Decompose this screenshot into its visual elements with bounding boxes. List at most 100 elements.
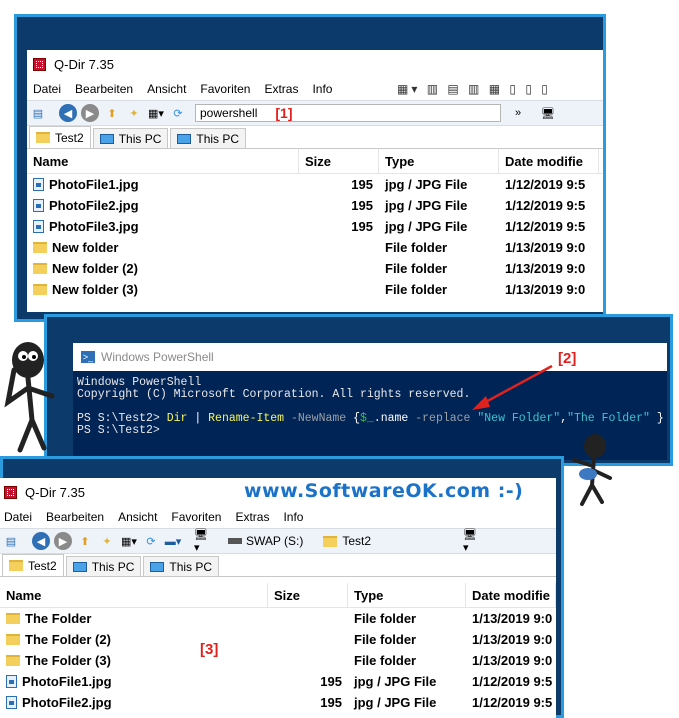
bottom-qdir-window: Q-Dir 7.35 Datei Bearbeiten Ansicht Favo… (0, 478, 556, 718)
tab-this-pc-2[interactable]: This PC (143, 556, 220, 576)
marker-3-label: [3] (200, 641, 219, 658)
new-folder-icon[interactable]: ✦ (125, 104, 143, 122)
thinking-stick-figure-icon (4, 342, 55, 453)
folder-icon (323, 535, 338, 547)
computer-icon[interactable]: 🖥▾ (194, 529, 212, 554)
view-mode-icon[interactable]: ▦▾ (147, 104, 165, 122)
forward-icon[interactable]: ▶ (81, 104, 99, 122)
layout-icons[interactable]: ▦▾ ▥ ▤ ▥ ▦ ▯ ▯ ▯ (397, 82, 551, 96)
table-row[interactable]: The Folder (2) File folder 1/13/2019 9:0 (0, 629, 556, 650)
menu-ansicht[interactable]: Ansicht (118, 510, 157, 524)
column-date[interactable]: Date modifie (499, 149, 599, 173)
file-name: PhotoFile1.jpg (22, 674, 112, 689)
menu-favoriten[interactable]: Favoriten (200, 82, 250, 96)
folder-icon (6, 634, 20, 645)
folder-icon (6, 613, 20, 624)
menu-favoriten[interactable]: Favoriten (171, 510, 221, 524)
cell-size: 195 (320, 674, 342, 689)
table-row[interactable]: PhotoFile1.jpg 195 jpg / JPG File 1/12/2019… (0, 671, 556, 692)
menu-datei[interactable]: Datei (4, 510, 32, 524)
address-input[interactable]: powershell [1] (195, 104, 501, 122)
menu-info[interactable]: Info (312, 82, 332, 96)
cell-date: 1/13/2019 9:0 (472, 653, 553, 668)
powershell-icon: >_ (81, 351, 95, 363)
cell-date: 1/13/2019 9:0 (472, 611, 553, 626)
up-folder-icon[interactable]: ⬆ (103, 104, 121, 122)
tab-label: This PC (196, 131, 240, 146)
folder-icon (33, 263, 47, 274)
menu-datei[interactable]: Datei (33, 82, 61, 96)
ps-cmd-dir: Dir (166, 412, 188, 425)
file-name: The Folder (2) (25, 632, 111, 647)
menu-ansicht[interactable]: Ansicht (147, 82, 186, 96)
folder-selector[interactable]: Test2 (323, 534, 371, 548)
cell-size: 195 (351, 219, 373, 234)
softwareok-brand: www.SoftwareOK.com :-) (244, 480, 524, 502)
column-type[interactable]: Type (379, 149, 499, 173)
cell-type: File folder (354, 611, 417, 626)
red-arrow-icon (472, 364, 553, 410)
back-icon[interactable]: ◀ (59, 104, 77, 122)
ps-cmd-rename: Rename-Item (208, 412, 285, 425)
refresh-icon[interactable]: ⟳ (169, 104, 187, 122)
marker-2-label: [2] (558, 350, 577, 367)
ps-brace: { (353, 412, 360, 425)
menu-bar: Datei Bearbeiten Ansicht Favoriten Extra… (0, 506, 556, 528)
top-tab-strip: Test2 This PC This PC (27, 126, 603, 149)
computer-icon[interactable]: 🖥▾ (463, 529, 481, 554)
column-header: Name Size Type Date modifie (0, 583, 556, 608)
desktop-icon[interactable]: ▬▾ (164, 532, 182, 550)
folder-icon (33, 284, 47, 295)
jpg-file-icon (33, 178, 44, 191)
table-row[interactable]: The Folder File folder 1/13/2019 9:0 (0, 608, 556, 629)
column-size[interactable]: Size (268, 583, 348, 607)
menu-bearbeiten[interactable]: Bearbeiten (46, 510, 104, 524)
column-name[interactable]: Name (0, 583, 268, 607)
ps-copyright: Copyright (C) Microsoft Corporation. All… (77, 388, 471, 401)
table-row[interactable]: PhotoFile2.jpg 195 jpg / JPG File 1/12/2019… (0, 692, 556, 713)
table-row[interactable]: PhotoFile2.jpg 195 jpg / JPG File 1/12/2019… (27, 195, 603, 216)
column-date[interactable]: Date modifie (466, 583, 556, 607)
tab-label: This PC (118, 131, 162, 146)
view-mode-icon[interactable]: ▦▾ (120, 532, 138, 550)
chevron-double-down-icon[interactable]: » (509, 104, 527, 122)
menu-bearbeiten[interactable]: Bearbeiten (75, 82, 133, 96)
forward-icon[interactable]: ▶ (54, 532, 72, 550)
table-row[interactable]: PhotoFile1.jpg 195 jpg / JPG File 1/12/2019… (27, 174, 603, 195)
new-folder-icon[interactable]: ✦ (98, 532, 116, 550)
tab-this-pc-1[interactable]: This PC (92, 128, 169, 148)
file-list: The Folder File folder 1/13/2019 9:0 The Fo… (0, 608, 556, 713)
drive-selector[interactable]: SWAP (S:) (228, 534, 303, 548)
column-name[interactable]: Name (27, 149, 299, 173)
computer-icon[interactable]: 🖥 (539, 104, 557, 122)
table-row[interactable]: New folder (3) File folder 1/13/2019 9:0 (27, 279, 603, 300)
refresh-icon[interactable]: ⟳ (142, 532, 160, 550)
column-size[interactable]: Size (299, 149, 379, 173)
file-name: PhotoFile2.jpg (22, 695, 112, 710)
marker-1-label: [1] (275, 105, 293, 121)
menu-extras[interactable]: Extras (264, 82, 298, 96)
tab-this-pc-2[interactable]: This PC (170, 128, 247, 148)
table-row[interactable]: New folder (2) File folder 1/13/2019 9:0 (27, 258, 603, 279)
cell-date: 1/12/2019 9:5 (505, 177, 586, 192)
table-row[interactable]: New folder File folder 1/13/2019 9:0 (27, 237, 603, 258)
view-panel-icon[interactable]: ▤ (29, 104, 47, 122)
tab-test2[interactable]: Test2 (2, 554, 64, 576)
table-row[interactable]: The Folder (3) File folder 1/13/2019 9:0 (0, 650, 556, 671)
tab-label: This PC (169, 559, 213, 574)
view-panel-icon[interactable]: ▤ (2, 532, 20, 550)
menu-info[interactable]: Info (283, 510, 303, 524)
top-toolbar: ▤ ◀ ▶ ⬆ ✦ ▦▾ ⟳ powershell [1] » 🖥 (27, 100, 603, 126)
back-icon[interactable]: ◀ (32, 532, 50, 550)
table-row[interactable]: PhotoFile3.jpg 195 jpg / JPG File 1/12/2019… (27, 216, 603, 237)
menu-extras[interactable]: Extras (235, 510, 269, 524)
column-type[interactable]: Type (348, 583, 466, 607)
up-folder-icon[interactable]: ⬆ (76, 532, 94, 550)
file-name: New folder (2) (52, 261, 138, 276)
ps-command-line[interactable]: PS S:\Test2> Dir | Rename-Item -NewName … (73, 413, 667, 425)
menu-bar: Datei Bearbeiten Ansicht Favoriten Extra… (27, 78, 603, 100)
cell-name: The Folder (3) (0, 653, 268, 668)
tab-this-pc-1[interactable]: This PC (65, 556, 142, 576)
cell-type: File folder (354, 632, 417, 647)
tab-test2[interactable]: Test2 (29, 126, 91, 148)
